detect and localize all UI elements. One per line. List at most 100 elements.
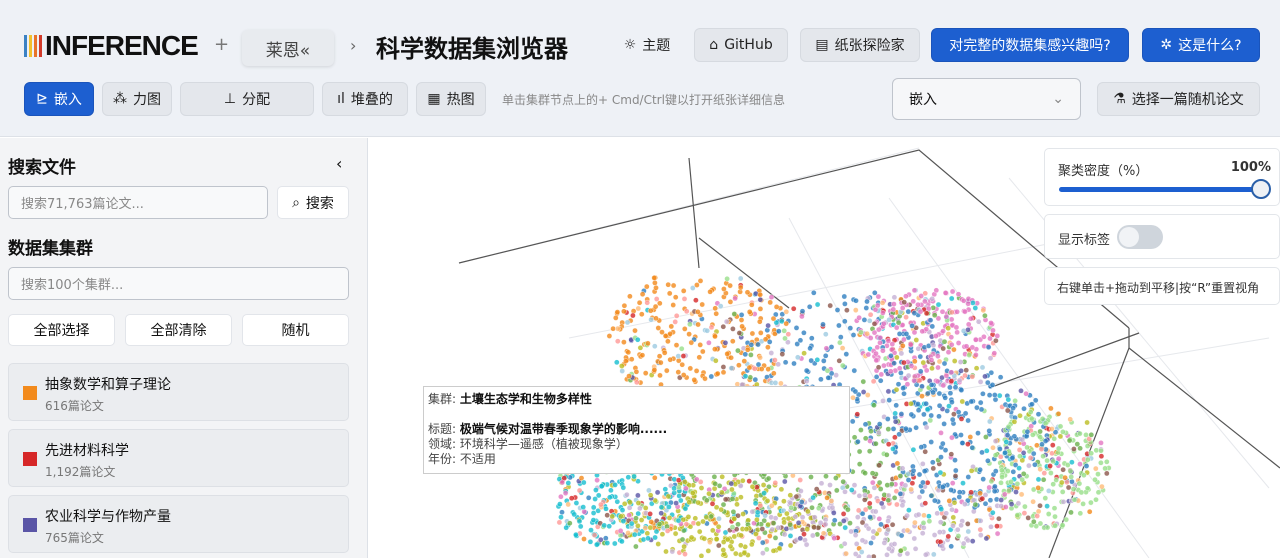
paper-point[interactable] [822,331,829,337]
paper-point[interactable] [864,392,871,398]
paper-point[interactable] [885,416,891,422]
paper-point[interactable] [958,387,965,393]
paper-point[interactable] [842,301,848,307]
paper-point[interactable] [729,496,736,502]
paper-point[interactable] [729,524,736,530]
paper-point[interactable] [736,362,742,368]
paper-point[interactable] [651,275,658,281]
paper-point[interactable] [841,318,848,325]
paper-point[interactable] [1055,410,1062,417]
paper-point[interactable] [955,340,962,346]
select-all-button[interactable]: 全部选择 [8,314,115,346]
paper-point[interactable] [639,352,646,358]
paper-point[interactable] [866,554,872,558]
paper-point[interactable] [979,449,985,456]
paper-point[interactable] [1068,509,1074,516]
paper-point[interactable] [681,479,688,485]
paper-point[interactable] [767,299,774,306]
paper-point[interactable] [898,532,905,539]
paper-point[interactable] [687,365,694,372]
paper-point[interactable] [980,390,986,397]
paper-point[interactable] [852,551,859,557]
paper-point[interactable] [865,351,872,358]
paper-point[interactable] [770,547,777,554]
paper-point[interactable] [965,417,971,424]
paper-point[interactable] [923,310,930,317]
paper-point[interactable] [680,372,687,378]
paper-point[interactable] [770,520,777,526]
paper-point[interactable] [556,519,563,526]
paper-point[interactable] [930,465,937,472]
paper-point[interactable] [783,320,790,327]
paper-point[interactable] [935,301,942,308]
paper-point[interactable] [658,504,665,511]
paper-point[interactable] [930,342,937,349]
cluster-item[interactable]: 农业科学与作物产量 765篇论文 [8,495,349,553]
paper-point[interactable] [718,506,725,513]
paper-point[interactable] [931,532,938,538]
paper-point[interactable] [912,545,919,552]
paper-point[interactable] [921,512,927,519]
paper-point[interactable] [895,319,902,326]
paper-point[interactable] [1018,387,1024,394]
paper-point[interactable] [864,298,870,305]
paper-point[interactable] [958,367,964,374]
paper-point[interactable] [921,468,928,474]
paper-point[interactable] [702,375,708,382]
paper-point[interactable] [759,526,766,532]
paper-point[interactable] [998,479,1004,486]
paper-point[interactable] [941,338,948,345]
paper-point[interactable] [1003,439,1010,445]
paper-point[interactable] [987,497,994,504]
paper-point[interactable] [784,510,790,517]
paper-point[interactable] [889,346,895,353]
paper-point[interactable] [915,345,922,352]
paper-point[interactable] [866,448,873,455]
paper-point[interactable] [885,441,892,448]
paper-point[interactable] [919,383,925,390]
paper-point[interactable] [993,468,999,474]
paper-point[interactable] [813,486,820,492]
paper-point[interactable] [997,446,1003,452]
paper-point[interactable] [689,490,696,496]
paper-point[interactable] [878,500,885,507]
paper-point[interactable] [580,504,586,510]
paper-point[interactable] [897,473,904,479]
paper-point[interactable] [760,550,766,556]
paper-point[interactable] [891,301,897,307]
paper-point[interactable] [959,440,966,446]
paper-point[interactable] [860,378,867,385]
paper-point[interactable] [1017,412,1023,419]
paper-point[interactable] [938,454,944,460]
paper-point[interactable] [885,426,892,432]
paper-point[interactable] [701,535,708,542]
paper-point[interactable] [606,494,613,501]
paper-point[interactable] [975,430,981,436]
paper-point[interactable] [639,291,646,297]
paper-point[interactable] [875,364,882,371]
paper-point[interactable] [686,331,692,337]
paper-point[interactable] [848,487,855,493]
paper-point[interactable] [852,388,859,395]
paper-point[interactable] [939,543,945,549]
paper-point[interactable] [756,318,763,325]
paper-point[interactable] [634,336,641,343]
paper-point[interactable] [790,305,797,312]
paper-point[interactable] [877,339,883,346]
paper-point[interactable] [1062,474,1068,481]
paper-point[interactable] [891,495,898,501]
paper-point[interactable] [1088,499,1094,506]
paper-point[interactable] [744,346,751,353]
paper-point[interactable] [1060,498,1067,505]
paper-point[interactable] [859,537,866,544]
paper-point[interactable] [830,510,837,516]
paper-point[interactable] [820,530,827,537]
paper-point[interactable] [680,353,687,359]
paper-point[interactable] [1019,436,1026,443]
paper-point[interactable] [991,350,998,356]
paper-point[interactable] [889,521,896,528]
paper-point[interactable] [661,349,668,356]
user-menu-button[interactable]: 莱恩« [242,30,334,66]
paper-point[interactable] [671,485,677,492]
paper-point[interactable] [843,550,849,557]
